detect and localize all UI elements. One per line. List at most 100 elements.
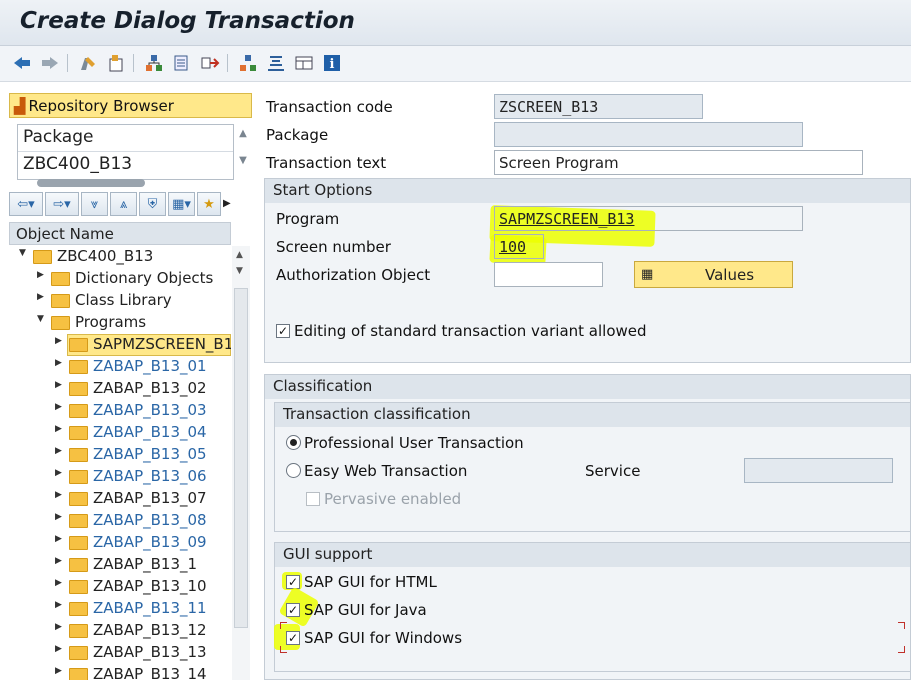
favorites-icon[interactable]: ★ [197, 192, 221, 216]
tree-node[interactable]: ▶ ZABAP_B13_01 [9, 356, 231, 378]
expand-node-icon[interactable]: ▶ [55, 336, 62, 346]
expand-node-icon[interactable]: ▶ [55, 380, 62, 390]
scroll-up-icon[interactable]: ▲ [236, 250, 243, 260]
folder-icon [69, 536, 88, 550]
tree-node[interactable]: ▶ ZABAP_B13_03 [9, 400, 231, 422]
package-name-field[interactable]: ZBC400_B13 [18, 152, 233, 179]
values-button[interactable]: ▦ Values [634, 261, 793, 288]
scroll-down-icon[interactable]: ▼ [236, 155, 250, 166]
hierarchy-icon[interactable]: ▦▾ [168, 192, 195, 216]
scroll-up-icon[interactable]: ▲ [236, 128, 250, 139]
expand-node-icon[interactable]: ▶ [55, 578, 62, 588]
expand-node-icon[interactable]: ▶ [55, 644, 62, 654]
tree-node[interactable]: ▶ ZABAP_B13_14 [9, 664, 231, 680]
tree-node[interactable]: ▶ ZABAP_B13_05 [9, 444, 231, 466]
collapse-node-icon[interactable]: ▼ [19, 248, 26, 258]
expand-icon[interactable]: ⩔ [81, 192, 108, 216]
gui-windows-checkbox[interactable]: ✓ [286, 631, 300, 645]
more-tools-icon[interactable]: ▶ [223, 192, 231, 218]
service-field [744, 458, 893, 483]
program-field[interactable]: SAPMZSCREEN_B13 [494, 206, 803, 231]
expand-node-icon[interactable]: ▶ [55, 556, 62, 566]
expand-node-icon[interactable]: ▶ [55, 666, 62, 676]
scrollbar-thumb[interactable] [37, 179, 145, 187]
collapse-node-icon[interactable]: ▼ [37, 314, 44, 324]
expand-node-icon[interactable]: ▶ [55, 512, 62, 522]
package-type-label[interactable]: Package [18, 125, 233, 152]
binoculars-icon[interactable]: ⛨ [139, 192, 166, 216]
tree-node-label: ZABAP_B13_10 [93, 577, 207, 595]
tree-node[interactable]: ▶ SAPMZSCREEN_B13 [9, 334, 231, 356]
expand-node-icon[interactable]: ▶ [55, 622, 62, 632]
tree-node[interactable]: ▶ ZABAP_B13_12 [9, 620, 231, 642]
expand-node-icon[interactable]: ▶ [37, 292, 44, 302]
tree-node-label: ZABAP_B13_09 [93, 533, 207, 551]
professional-user-label: Professional User Transaction [304, 434, 524, 452]
screen-number-field[interactable]: 100 [494, 234, 544, 259]
folder-icon [69, 602, 88, 616]
tree-node[interactable]: ▶ ZABAP_B13_02 [9, 378, 231, 400]
folder-icon [69, 668, 88, 680]
tree-node[interactable]: ▶ ZABAP_B13_13 [9, 642, 231, 664]
authorization-object-field[interactable] [494, 262, 603, 287]
collapse-icon[interactable]: ⩓ [110, 192, 137, 216]
folder-icon [69, 514, 88, 528]
tree-node[interactable]: ▼ Programs [9, 312, 231, 334]
pervasive-checkbox[interactable] [306, 492, 320, 506]
tree-node[interactable]: ▶ ZABAP_B13_08 [9, 510, 231, 532]
expand-node-icon[interactable]: ▶ [55, 490, 62, 500]
table-icon: ▦ [641, 267, 654, 282]
tree-node[interactable]: ▶ ZABAP_B13_1 [9, 554, 231, 576]
screen-number-label: Screen number [276, 238, 391, 256]
transport-icon[interactable] [199, 52, 221, 74]
folder-icon [69, 382, 88, 396]
gui-support-title: GUI support [275, 543, 910, 567]
tree-node-label: ZABAP_B13_1 [93, 555, 198, 573]
gui-java-checkbox[interactable]: ✓ [286, 603, 300, 617]
layout-icon[interactable] [293, 52, 315, 74]
horizontal-scrollbar[interactable] [19, 178, 234, 188]
info-icon[interactable]: i [321, 52, 343, 74]
object-name-header: Object Name [9, 222, 231, 245]
expand-node-icon[interactable]: ▶ [55, 468, 62, 478]
expand-node-icon[interactable]: ▶ [55, 358, 62, 368]
tree-scrollbar[interactable]: ▲ ▼ [232, 246, 250, 680]
gui-html-label: SAP GUI for HTML [304, 573, 437, 591]
scrollbar-thumb[interactable] [234, 288, 248, 628]
expand-node-icon[interactable]: ▶ [55, 446, 62, 456]
navigation-icon[interactable] [265, 52, 287, 74]
tree-node[interactable]: ▶ ZABAP_B13_06 [9, 466, 231, 488]
tree-node[interactable]: ▶ ZABAP_B13_11 [9, 598, 231, 620]
tree-node[interactable]: ▶ ZABAP_B13_10 [9, 576, 231, 598]
expand-node-icon[interactable]: ▶ [37, 270, 44, 280]
variant-editing-checkbox[interactable]: ✓ [276, 324, 290, 338]
tree-node[interactable]: ▶ Class Library [9, 290, 231, 312]
easy-web-radio[interactable] [286, 463, 301, 478]
expand-node-icon[interactable]: ▶ [55, 424, 62, 434]
folder-icon [69, 338, 88, 352]
tree-node[interactable]: ▶ ZABAP_B13_09 [9, 532, 231, 554]
expand-node-icon[interactable]: ▶ [55, 600, 62, 610]
other-object-icon[interactable] [105, 52, 127, 74]
tree-node[interactable]: ▶ Dictionary Objects [9, 268, 231, 290]
authorization-object-label: Authorization Object [276, 266, 431, 284]
professional-user-radio[interactable] [286, 435, 301, 450]
tree-node[interactable]: ▼ ZBC400_B13 [9, 246, 231, 268]
package-selector[interactable]: Package ZBC400_B13 [17, 124, 234, 180]
hierarchy-icon[interactable] [143, 52, 165, 74]
next-object-icon[interactable]: ⇨▾ [45, 192, 79, 216]
previous-object-icon[interactable]: ⇦▾ [9, 192, 43, 216]
expand-node-icon[interactable]: ▶ [55, 402, 62, 412]
scroll-down-icon[interactable]: ▼ [236, 266, 243, 276]
object-list-icon[interactable] [237, 52, 259, 74]
package-scrollbar[interactable]: ▲ ▼ [236, 126, 250, 178]
back-arrow-icon[interactable] [11, 52, 33, 74]
tree-node[interactable]: ▶ ZABAP_B13_07 [9, 488, 231, 510]
expand-node-icon[interactable]: ▶ [55, 534, 62, 544]
where-used-icon[interactable] [171, 52, 193, 74]
display-change-icon[interactable] [77, 52, 99, 74]
repository-browser-button[interactable]: ▟ Repository Browser [9, 93, 252, 118]
transaction-text-field[interactable]: Screen Program [494, 150, 863, 175]
forward-arrow-icon[interactable] [39, 52, 61, 74]
tree-node[interactable]: ▶ ZABAP_B13_04 [9, 422, 231, 444]
